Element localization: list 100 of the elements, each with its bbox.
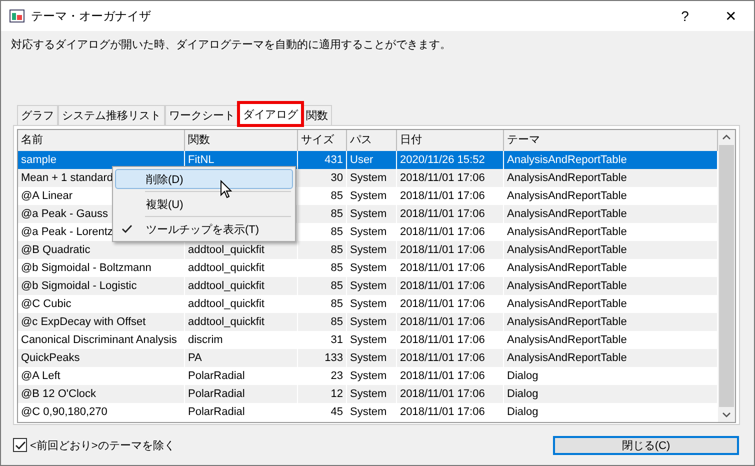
table-cell: 45 xyxy=(330,406,343,418)
table-cell: 2018/11/01 17:06 xyxy=(400,244,485,256)
table-cell: 2018/11/01 17:06 xyxy=(400,406,485,418)
table-cell: 12 xyxy=(330,388,343,400)
table-cell: System xyxy=(350,352,387,364)
table-cell: AnalysisAndReportTable xyxy=(507,334,627,346)
table-cell: AnalysisAndReportTable xyxy=(507,352,627,364)
scroll-up-icon[interactable] xyxy=(722,134,731,140)
table-cell: 23 xyxy=(330,370,343,382)
table-cell: System xyxy=(350,190,387,202)
table-cell: 2018/11/01 17:06 xyxy=(400,208,485,220)
table-cell: 2018/11/01 17:06 xyxy=(400,352,485,364)
table-cell: PolarRadial xyxy=(188,406,245,418)
table-cell: 31 xyxy=(330,334,343,346)
table-cell: System xyxy=(350,370,387,382)
table-cell: 2018/11/01 17:06 xyxy=(400,280,485,292)
checkmark-icon xyxy=(121,224,133,234)
table-cell: @B Quadratic xyxy=(21,244,90,256)
table-cell: 85 xyxy=(330,190,343,202)
table-cell: 85 xyxy=(330,244,343,256)
table-cell: 2018/11/01 17:06 xyxy=(400,334,485,346)
table-cell: PolarRadial xyxy=(188,370,245,382)
table-cell: System xyxy=(350,334,387,346)
mouse-pointer-icon xyxy=(220,180,232,199)
table-cell: PolarRadial xyxy=(188,388,245,400)
table-row[interactable]: @B 12 O'Clock PolarRadial 12 System 2018/11/01 17:06 Dialog xyxy=(18,385,718,403)
table-cell: 2020/11/26 15:52 xyxy=(400,154,485,166)
table-cell: System xyxy=(350,262,387,274)
table-cell: System xyxy=(350,226,387,238)
table-cell: @C 0,90,180,270 xyxy=(21,406,108,418)
tab[interactable]: システム推移リスト xyxy=(58,105,165,125)
table-row[interactable]: @b Sigmoidal - Logistic addtool_quickfit 85 System 2018/11/01 17:06 AnalysisAndReportTable xyxy=(18,277,718,295)
table-cell: FitNL xyxy=(188,154,214,166)
table-cell: System xyxy=(350,208,387,220)
table-cell: Dialog xyxy=(507,406,538,418)
tab[interactable]: ダイアログ xyxy=(239,103,302,125)
table-cell: AnalysisAndReportTable xyxy=(507,226,627,238)
table-cell: AnalysisAndReportTable xyxy=(507,280,627,292)
table-cell: 431 xyxy=(324,154,343,166)
table-cell: addtool_quickfit xyxy=(188,298,264,310)
table-cell: User xyxy=(350,154,374,166)
table-cell: 2018/11/01 17:06 xyxy=(400,172,485,184)
table-cell: 85 xyxy=(330,280,343,292)
table-cell: @a Peak - Gauss xyxy=(21,208,108,220)
table-cell: System xyxy=(350,280,387,292)
table-cell: System xyxy=(350,406,387,418)
table-cell: AnalysisAndReportTable xyxy=(507,262,627,274)
table-cell: AnalysisAndReportTable xyxy=(507,154,627,166)
table-cell: @c ExpDecay with Offset xyxy=(21,316,146,328)
table-cell: @C Cubic xyxy=(21,298,72,310)
table-cell: PA xyxy=(188,352,202,364)
table-cell: 2018/11/01 17:06 xyxy=(400,388,485,400)
table-cell: Canonical Discriminant Analysis xyxy=(21,334,177,346)
table-cell: AnalysisAndReportTable xyxy=(507,208,627,220)
table-cell: 85 xyxy=(330,316,343,328)
table-cell: addtool_quickfit xyxy=(188,244,264,256)
table-cell: 30 xyxy=(330,172,343,184)
close-dialog-button[interactable]: 閉じる(C) xyxy=(553,436,739,454)
table-cell: AnalysisAndReportTable xyxy=(507,298,627,310)
table-cell: QuickPeaks xyxy=(21,352,80,364)
tab[interactable]: ワークシート xyxy=(165,105,239,125)
tab[interactable]: 関数 xyxy=(302,105,332,125)
table-cell: Mean + 1 standard xyxy=(21,172,114,184)
table-cell: @B 12 O'Clock xyxy=(21,388,96,400)
table-cell: @b Sigmoidal - Logistic xyxy=(21,280,137,292)
scrollbar[interactable] xyxy=(718,130,735,422)
table-cell: AnalysisAndReportTable xyxy=(507,190,627,202)
table-cell: addtool_quickfit xyxy=(188,280,264,292)
exclude-checkbox[interactable]: <前回どおり>のテーマを除く xyxy=(13,438,175,452)
table-cell: System xyxy=(350,298,387,310)
table-row[interactable]: sample FitNL 431 User 2020/11/26 15:52 AnalysisAndReportTable xyxy=(18,151,718,169)
table-cell: 2018/11/01 17:06 xyxy=(400,316,485,328)
table-cell: addtool_quickfit xyxy=(188,262,264,274)
table-cell: @b Sigmoidal - Boltzmann xyxy=(21,262,152,274)
table-row[interactable]: QuickPeaks PA 133 System 2018/11/01 17:06 AnalysisAndReportTable xyxy=(18,349,718,367)
table-row[interactable]: @B Quadratic addtool_quickfit 85 System 2018/11/01 17:06 AnalysisAndReportTable xyxy=(18,241,718,259)
table-cell: AnalysisAndReportTable xyxy=(507,244,627,256)
tab[interactable]: グラフ xyxy=(17,105,58,125)
table-cell: @A Left xyxy=(21,370,60,382)
table-cell: @A Linear xyxy=(21,190,73,202)
window-title: テーマ・オーガナイザ xyxy=(31,8,151,24)
table-cell: @a Peak - Lorentz xyxy=(21,226,113,238)
table-cell: 2018/11/01 17:06 xyxy=(400,262,485,274)
table-cell: 2018/11/01 17:06 xyxy=(400,298,485,310)
table-cell: 2018/11/01 17:06 xyxy=(400,226,485,238)
table-row[interactable]: @c ExpDecay with Offset addtool_quickfit 85 System 2018/11/01 17:06 AnalysisAndReportTable xyxy=(18,313,718,331)
menu-item[interactable]: 削除(D) xyxy=(115,169,293,189)
app-icon xyxy=(9,8,25,24)
table-cell: addtool_quickfit xyxy=(188,316,264,328)
table-cell: AnalysisAndReportTable xyxy=(507,172,627,184)
scroll-down-icon[interactable] xyxy=(722,412,731,418)
table-cell: AnalysisAndReportTable xyxy=(507,316,627,328)
table-cell: 85 xyxy=(330,226,343,238)
table-cell: 133 xyxy=(324,352,343,364)
table-cell: discrim xyxy=(188,334,223,346)
table-cell: System xyxy=(350,388,387,400)
table-cell: sample xyxy=(21,154,56,166)
table-cell: 2018/11/01 17:06 xyxy=(400,190,485,202)
table-cell: 85 xyxy=(330,262,343,274)
table-cell: Dialog xyxy=(507,388,538,400)
